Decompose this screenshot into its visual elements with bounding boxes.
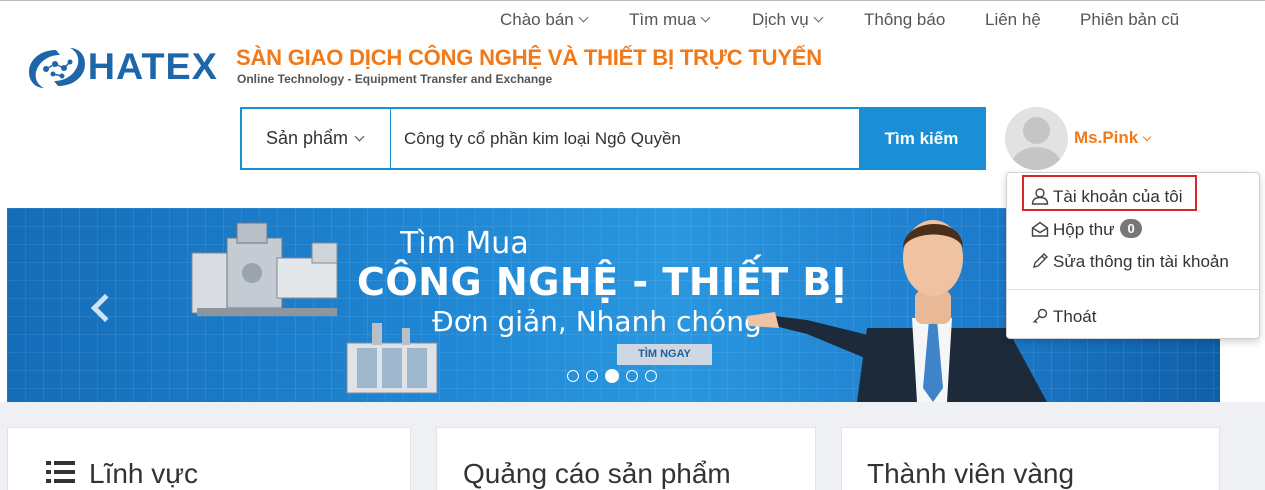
highlight-box (1022, 175, 1197, 211)
nav-phien-ban-cu[interactable]: Phiên bản cũ (1080, 10, 1179, 30)
carousel-dot[interactable] (626, 370, 638, 382)
chevron-down-icon (813, 12, 824, 23)
menu-item-label: Sửa thông tin tài khoản (1053, 252, 1229, 271)
nav-chao-ban[interactable]: Chào bán (500, 10, 589, 30)
nav-label: Chào bán (500, 10, 574, 29)
nav-label: Dịch vụ (752, 10, 809, 29)
search-button[interactable]: Tìm kiếm (859, 109, 984, 168)
nav-tim-mua[interactable]: Tìm mua (629, 10, 711, 30)
gold-members-panel-title: Thành viên vàng (867, 458, 1075, 489)
menu-divider (1007, 289, 1259, 290)
chevron-down-icon (1143, 132, 1152, 142)
username-label: Ms.Pink (1074, 128, 1139, 147)
nav-label: Phiên bản cũ (1080, 10, 1180, 29)
logo-emblem-icon (29, 48, 85, 88)
carousel-dot-active[interactable] (605, 369, 619, 383)
category-label: Sản phẩm (266, 128, 349, 148)
key-icon (1033, 308, 1048, 324)
menu-item-edit-account[interactable]: Sửa thông tin tài khoản (1031, 252, 1229, 272)
avatar-body-shape (1011, 147, 1062, 170)
list-icon (46, 461, 75, 483)
carousel-dot[interactable] (567, 370, 579, 382)
top-border (0, 0, 1265, 1)
user-menu-toggle[interactable]: Ms.Pink (1074, 128, 1152, 148)
nav-label: Thông báo (864, 10, 946, 29)
search-category-select[interactable]: Sản phẩm (242, 109, 391, 168)
search-bar: Sản phẩm Tìm kiếm (240, 107, 986, 170)
nav-thong-bao[interactable]: Thông báo (864, 10, 945, 30)
chevron-down-icon (700, 12, 711, 23)
logo-text: HATEX (87, 46, 218, 87)
avatar-head-shape (1023, 117, 1050, 144)
menu-item-logout[interactable]: Thoát (1031, 307, 1096, 327)
ads-panel-title: Quảng cáo sản phẩm (463, 458, 731, 489)
menu-item-label: Thoát (1053, 307, 1097, 326)
nav-label: Tìm mua (629, 10, 697, 29)
inbox-count-badge: 0 (1120, 219, 1142, 238)
chevron-down-icon (578, 12, 589, 23)
top-nav: Chào bán Tìm mua Dịch vụ Thông báo Liên … (0, 10, 1265, 32)
nav-lien-he[interactable]: Liên hệ (985, 10, 1041, 30)
gold-members-panel: Thành viên vàng (841, 427, 1220, 490)
nav-dich-vu[interactable]: Dịch vụ (752, 10, 824, 30)
machine-image (191, 222, 338, 316)
banner-heading-small: Tìm Mua (400, 226, 529, 261)
menu-item-label: Hộp thư (1053, 220, 1115, 239)
carousel-indicators (567, 368, 664, 383)
pencil-icon (1033, 253, 1048, 268)
banner-subheading: Đơn giản, Nhanh chóng (432, 305, 762, 338)
chevron-down-icon (354, 131, 365, 142)
tagline-english: Online Technology - Equipment Transfer a… (237, 72, 553, 86)
site-logo[interactable]: HATEX (26, 44, 226, 92)
search-input[interactable] (392, 109, 859, 168)
field-panel-title: Lĩnh vực (89, 458, 199, 489)
carousel-dot[interactable] (586, 370, 598, 382)
tagline-vietnamese: SÀN GIAO DỊCH CÔNG NGHỆ VÀ THIẾT BỊ TRỰC… (236, 45, 822, 70)
menu-item-inbox[interactable]: Hộp thư 0 (1031, 219, 1142, 240)
ads-panel: Quảng cáo sản phẩm (436, 427, 816, 490)
carousel-dot[interactable] (645, 370, 657, 382)
banner-cta-button[interactable]: TÌM NGAY (617, 344, 712, 365)
avatar[interactable] (1005, 107, 1068, 170)
field-panel: Lĩnh vực (7, 427, 411, 490)
nav-label: Liên hệ (985, 10, 1041, 29)
envelope-open-icon (1031, 221, 1049, 237)
